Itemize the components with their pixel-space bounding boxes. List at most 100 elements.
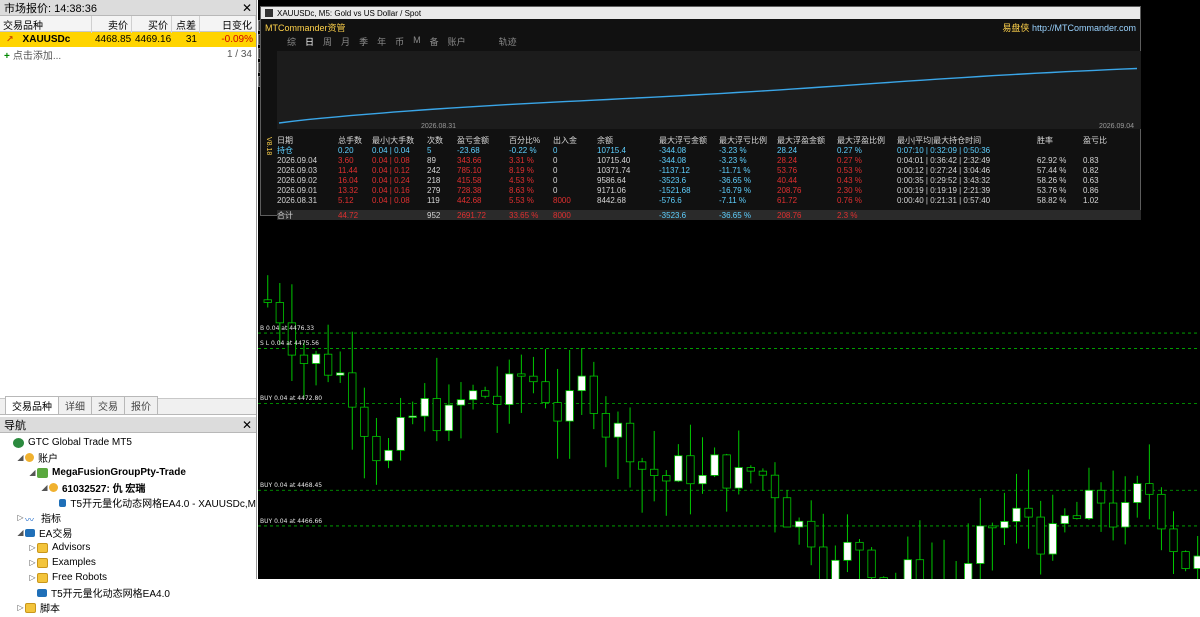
candle-body [831,559,840,579]
candle-body [493,395,502,405]
candle-body [1181,551,1190,569]
tab-symbols[interactable]: 交易品种 [5,396,59,414]
period-tab[interactable]: 周 [323,35,332,48]
stats-cell-date: 2026.09.03 [277,165,318,175]
tab-trading[interactable]: 交易 [91,396,125,414]
stats-column-header[interactable]: 盈亏比 [1083,135,1123,146]
column-header[interactable]: 卖价 [92,16,132,33]
nav-item[interactable]: ◢ EA交易 [0,525,256,540]
nav-item[interactable]: GTC Global Trade MT5 [0,435,256,450]
collapse-arrow-icon[interactable]: ◢ [40,483,49,492]
candle-body [263,299,272,303]
stats-cell-ratio: 0.83 [1083,155,1099,165]
stats-cell-date: 2026.09.02 [277,175,318,185]
period-tab[interactable]: 年 [377,35,386,48]
stats-column-header[interactable]: 出入金 [553,135,597,146]
period-tab[interactable]: 币 [395,35,404,48]
candle-body [915,559,925,579]
period-tab[interactable]: M [413,35,421,48]
column-header[interactable]: 买价 [132,16,172,33]
candle-body [311,353,321,364]
add-symbol-link[interactable]: + 点击添加... [4,47,61,62]
period-tab[interactable]: 轨迹 [499,35,517,48]
stats-cell-maxfp: 28.24 [777,155,798,165]
period-tab[interactable]: 月 [341,35,350,48]
period-tab[interactable]: 账户 [448,35,466,48]
close-icon[interactable]: ✕ [242,1,252,15]
nav-item[interactable]: ▷ 〰指标 [0,510,256,525]
column-header[interactable]: 交易品种 [0,16,92,33]
order-level-label: BUY 0.04 at 4472.80 [260,395,323,403]
stats-column-header[interactable]: 总手数 [338,135,372,146]
stats-cell-minmax: 0.04 | 0.12 [372,165,410,175]
stats-column-header[interactable]: 最大浮亏比例 [719,135,777,146]
mtcommander-panel[interactable]: XAUUSDc, M5: Gold vs US Dollar / Spot MT… [260,6,1141,220]
nav-item[interactable]: ◢ MegaFusionGroupPty-Trade [0,465,256,480]
period-tab[interactable]: 季 [359,35,368,48]
period-tab[interactable]: 综 [287,35,296,48]
stats-cell-lots: 13.32 [338,185,359,195]
stats-cell-minmax: 0.04 | 0.08 [372,155,410,165]
candle-body [517,373,526,377]
close-icon[interactable]: ✕ [242,418,252,432]
nav-item[interactable]: ▷ 脚本 [0,600,256,615]
add-symbol-row[interactable]: + 点击添加... 1 / 34 [0,47,256,62]
stats-column-header[interactable]: 百分比% [509,135,553,146]
nav-item[interactable]: T5开元量化动态网格EA4.0 [0,585,256,600]
candle-body [601,413,611,438]
column-header[interactable]: 日变化 [200,16,256,33]
collapse-arrow-icon[interactable]: ◢ [28,468,37,477]
collapse-arrow-icon[interactable]: ◢ [16,528,25,537]
nav-item-label: T5开元量化动态网格EA4.0 [51,589,170,600]
stats-cell-maxfpp: 0.76 % [837,195,862,205]
expand-arrow-icon[interactable]: ▷ [28,558,37,567]
tab-details[interactable]: 详细 [58,396,92,414]
symbol-row[interactable]: ↗ XAUUSDc 4468.85 4469.16 31 -0.09% [0,32,256,47]
stats-cell-lots: 0.20 [338,145,354,155]
stats-column-header[interactable]: 次数 [427,135,457,146]
stats-column-header[interactable]: 最小|大手数 [372,135,427,146]
nav-item[interactable]: ▷ Examples [0,555,256,570]
stats-header-row: 日期 总手数 最小|大手数 次数 盈亏金额 百分比% 出入金 余额 最大浮亏金额 最大浮亏比例 最大… [277,135,1141,145]
equity-curve-background [277,51,1141,129]
stats-column-header[interactable]: 最大浮盈比例 [837,135,897,146]
nav-item[interactable]: ▷ Advisors [0,540,256,555]
stats-column-header[interactable]: 余额 [597,135,659,146]
nav-item[interactable]: T5开元量化动态网格EA4.0 - XAUUSDc,M [0,495,256,510]
candle-body [1024,507,1033,518]
candle-body [746,467,755,472]
stats-cell-lots: 16.04 [338,175,359,185]
stats-cell-balance: 8442.68 [597,195,626,205]
candle-body [988,525,997,529]
stats-column-header[interactable]: 最大浮盈金额 [777,135,837,146]
stats-cell-time: 0:00:12 | 0:27:24 | 3:04:46 [897,165,991,175]
market-watch-header: 市场报价: 14:38:36 ✕ [0,0,256,16]
expand-arrow-icon[interactable]: ▷ [16,513,25,522]
expand-arrow-icon[interactable]: ▷ [28,573,37,582]
stats-column-header[interactable]: 最大浮亏金额 [659,135,719,146]
stats-cell-maxflp: -3.23 % [719,155,747,165]
stats-column-header[interactable]: 盈亏金额 [457,135,509,146]
nav-item-label: Free Robots [52,572,108,583]
period-tab[interactable]: 日 [305,35,314,48]
stats-column-header[interactable]: 胜率 [1037,135,1083,146]
brand-url-link[interactable]: http://MTCommander.com [1032,23,1136,33]
column-header[interactable]: 点差 [172,16,200,33]
tab-ticks[interactable]: 报价 [124,396,158,414]
period-tab[interactable]: 备 [430,35,439,48]
nav-item[interactable]: ▷ Free Robots [0,570,256,585]
nav-item[interactable]: ◢ 账户 [0,450,256,465]
stats-cell-maxfp: 61.72 [777,195,798,205]
nav-item[interactable]: ◢ 61032527: 仇 宏瑞 [0,480,256,495]
symbol-count: 1 / 34 [226,49,252,60]
collapse-arrow-icon[interactable]: ◢ [16,453,25,462]
candle-body [1193,555,1200,569]
stats-row: 2026.09.03 11.44 0.04 | 0.12 242 785.10 8.19 … [277,165,1141,175]
order-level-label: BUY 0.04 at 4468.45 [260,482,323,490]
stats-column-header[interactable]: 最小|平均|最大持仓时间 [897,135,1037,146]
expand-arrow-icon[interactable]: ▷ [16,603,25,612]
stats-cell-pct: 33.65 % [509,210,539,220]
candle-body [480,390,490,397]
stats-cell-ratio: 0.63 [1083,175,1099,185]
expand-arrow-icon[interactable]: ▷ [28,543,37,552]
